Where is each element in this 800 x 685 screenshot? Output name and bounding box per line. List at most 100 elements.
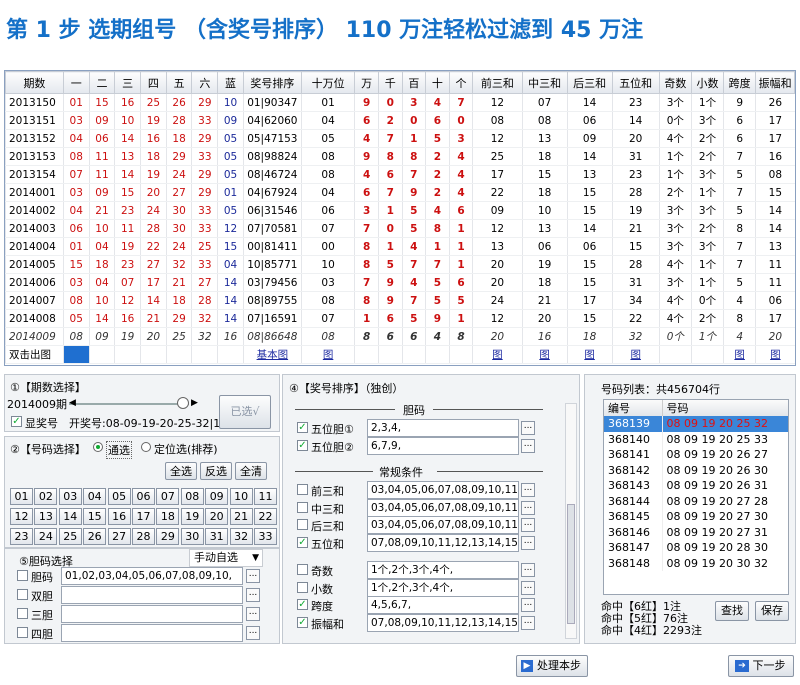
slider-left-arrow-icon[interactable]: ◀: [69, 398, 76, 408]
number-button-09[interactable]: 09: [205, 488, 229, 505]
list-item[interactable]: 368148 08 09 19 20 30 32: [604, 555, 788, 571]
more-icon[interactable]: ...: [521, 483, 535, 497]
more-icon[interactable]: ...: [246, 607, 260, 621]
number-button-22[interactable]: 22: [254, 508, 277, 525]
table-row[interactable]: 2014003 06 10 11 28 30 33 12 07|70581 07 7 0 5 8 1 12 13…: [5, 219, 795, 238]
number-button-16[interactable]: 16: [107, 508, 131, 525]
table-row[interactable]: 2014001 03 09 15 20 27 29 01 04|67924 04 6 7 9 2 4 22 18…: [5, 183, 795, 202]
number-button-15[interactable]: 15: [83, 508, 107, 525]
list-col-id[interactable]: 编号: [604, 400, 663, 416]
number-button-20[interactable]: 20: [205, 508, 229, 525]
select-all-button[interactable]: 全选: [165, 462, 197, 480]
process-step-button[interactable]: ▶ 处理本步: [516, 655, 588, 677]
list-item[interactable]: 368141 08 09 19 20 26 27: [604, 447, 788, 463]
table-row[interactable]: 2014009 08 09 19 20 25 32 16 08|86648 08 8 6 6 4 8 20 16…: [5, 327, 795, 346]
number-button-17[interactable]: 17: [132, 508, 155, 525]
dan-input[interactable]: [61, 624, 243, 642]
sort-input[interactable]: 4,5,6,7,: [367, 596, 519, 614]
chart-link[interactable]: 图: [723, 345, 756, 364]
sort-checkbox[interactable]: ✓: [297, 422, 308, 433]
grid-header-21[interactable]: 跨度: [723, 71, 757, 94]
sort-input[interactable]: 07,08,09,10,11,12,13,14,15,16,: [367, 613, 519, 632]
table-row[interactable]: 2013154 07 11 14 19 24 29 05 08|46724 08 4 6 7 2 4 17 15…: [5, 165, 795, 184]
slider-thumb[interactable]: [177, 397, 189, 409]
chart-link[interactable]: 图: [611, 345, 660, 364]
dan-input[interactable]: [61, 586, 243, 604]
sort-checkbox[interactable]: ✓: [297, 439, 308, 451]
grid-header-6[interactable]: 六: [191, 71, 219, 94]
sort-input[interactable]: 03,04,05,06,07,08,09,10,11,12,: [367, 516, 519, 534]
number-button-24[interactable]: 24: [34, 528, 58, 545]
radio-all[interactable]: [93, 442, 103, 452]
sort-input[interactable]: 1个,2个,3个,4个,: [367, 578, 519, 597]
grid-header-7[interactable]: 蓝: [217, 71, 244, 94]
grid-header-10[interactable]: 万: [354, 71, 379, 94]
number-button-10[interactable]: 10: [229, 488, 253, 505]
sort-input[interactable]: 07,08,09,10,11,12,13,14,15,16,: [367, 533, 519, 552]
list-item[interactable]: 368140 08 09 19 20 25 33: [604, 431, 788, 447]
number-button-11[interactable]: 11: [254, 488, 277, 505]
more-icon[interactable]: ...: [521, 438, 535, 453]
number-button-31[interactable]: 31: [205, 528, 229, 545]
dan-input[interactable]: [61, 605, 243, 623]
number-button-07[interactable]: 07: [156, 488, 180, 505]
number-button-33[interactable]: 33: [254, 528, 277, 545]
grid-header-9[interactable]: 十万位: [300, 71, 356, 94]
more-icon[interactable]: ...: [521, 598, 535, 612]
number-list[interactable]: 编号 号码 368139 08 09 19 20 25 32 368140 08 09 …: [603, 399, 789, 595]
number-button-04[interactable]: 04: [83, 488, 107, 505]
sort-input[interactable]: 6,7,9,: [367, 436, 519, 455]
grid-header-0[interactable]: 期数: [5, 71, 64, 94]
sort-checkbox[interactable]: ✓: [297, 536, 308, 548]
sort-checkbox[interactable]: [297, 564, 308, 575]
grid-header-15[interactable]: 前三和: [472, 71, 523, 94]
chart-row[interactable]: 双击出图 基本图图图图图图图图: [5, 345, 795, 364]
more-icon[interactable]: ...: [246, 569, 260, 583]
clear-button[interactable]: 全清: [235, 462, 267, 480]
grid-header-22[interactable]: 振幅和: [755, 71, 795, 94]
sort-checkbox[interactable]: [297, 501, 308, 513]
number-button-32[interactable]: 32: [229, 528, 253, 545]
grid-header-1[interactable]: 一: [62, 71, 90, 94]
chart-link[interactable]: 图: [755, 345, 795, 364]
sort-checkbox[interactable]: ✓: [297, 616, 308, 628]
number-button-13[interactable]: 13: [34, 508, 58, 525]
period-slider[interactable]: ◀ ▶: [69, 397, 201, 410]
list-item[interactable]: 368145 08 09 19 20 27 30: [604, 509, 788, 525]
dan-checkbox[interactable]: [17, 627, 28, 638]
sort-input[interactable]: 03,04,05,06,07,08,09,10,11,12,: [367, 498, 519, 517]
number-button-12[interactable]: 12: [10, 508, 33, 525]
grid-header-13[interactable]: 十: [425, 71, 450, 94]
number-button-18[interactable]: 18: [156, 508, 180, 525]
list-item[interactable]: 368142 08 09 19 20 26 30: [604, 462, 788, 478]
more-icon[interactable]: ...: [521, 563, 535, 577]
list-item[interactable]: 368147 08 09 19 20 28 30: [604, 540, 788, 556]
grid-header-16[interactable]: 中三和: [521, 71, 568, 94]
grid-header-5[interactable]: 五: [165, 71, 193, 94]
grid-header-14[interactable]: 个: [448, 71, 474, 94]
sort-input[interactable]: 2,3,4,: [367, 419, 519, 437]
chart-link[interactable]: 图: [521, 345, 568, 364]
dan-mode-select[interactable]: 手动自选 ▼: [189, 549, 263, 567]
chart-link[interactable]: 图: [300, 345, 355, 364]
number-button-19[interactable]: 19: [180, 508, 204, 525]
more-icon[interactable]: ...: [246, 626, 260, 640]
basic-chart-link[interactable]: 基本图: [242, 345, 302, 364]
number-button-23[interactable]: 23: [10, 528, 33, 545]
number-button-14[interactable]: 14: [58, 508, 82, 525]
sort-checkbox[interactable]: [297, 581, 308, 593]
dan-checkbox[interactable]: [17, 589, 28, 600]
more-icon[interactable]: ...: [521, 518, 535, 532]
grid-header-4[interactable]: 四: [140, 71, 167, 94]
table-row[interactable]: 2014007 08 10 12 14 18 28 14 08|89755 08 8 9 7 5 5 24 21…: [5, 291, 795, 310]
dan-checkbox[interactable]: [17, 608, 28, 619]
more-icon[interactable]: ...: [521, 421, 535, 435]
number-button-28[interactable]: 28: [132, 528, 155, 545]
list-item[interactable]: 368143 08 09 19 20 26 31: [604, 478, 788, 494]
selected-cell[interactable]: [62, 345, 90, 364]
grid-header-3[interactable]: 三: [114, 71, 142, 94]
table-row[interactable]: 2013150 01 15 16 25 26 29 10 01|90347 01 9 0 3 4 7 12 07…: [5, 93, 795, 112]
selected-button[interactable]: 已选√: [219, 395, 271, 429]
grid-header-8[interactable]: 奖号排序: [242, 71, 302, 94]
number-button-29[interactable]: 29: [156, 528, 180, 545]
